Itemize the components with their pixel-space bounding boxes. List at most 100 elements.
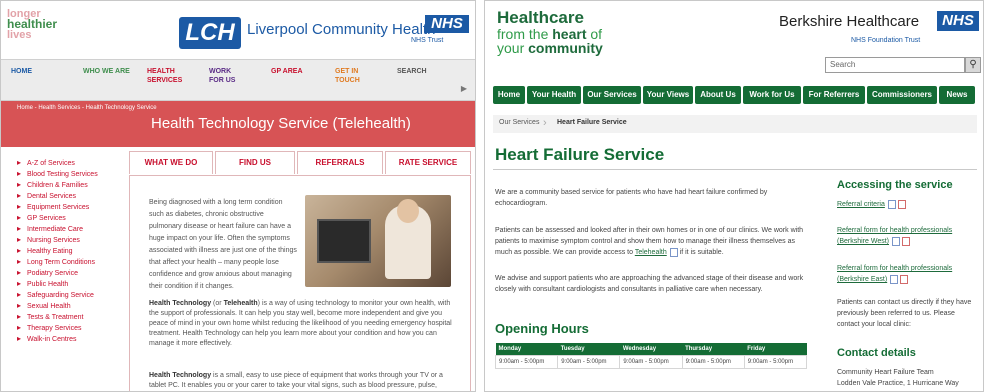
sidebar-item-tests-treatment[interactable]: Tests & Treatment xyxy=(17,311,117,322)
sidebar-item-intermediate-care[interactable]: Intermediate Care xyxy=(17,223,117,234)
main-nav: HOME WHO WE ARE HEALTH SERVICES WORK FOR… xyxy=(1,59,475,101)
sidebar-item-walk-in[interactable]: Walk-in Centres xyxy=(17,333,117,344)
trust-label: NHS Foundation Trust xyxy=(851,37,921,44)
hours-header-tuesday: Tuesday xyxy=(557,343,620,356)
hours-tuesday: 9:00am - 5:00pm xyxy=(557,355,621,369)
sidebar-item-podiatry[interactable]: Podiatry Service xyxy=(17,267,117,278)
telehealth-link[interactable]: Telehealth xyxy=(635,249,667,256)
hours-wednesday: 9:00am - 5:00pm xyxy=(619,355,683,369)
hours-header-thursday: Thursday xyxy=(682,343,745,356)
nav-your-views[interactable]: Your Views xyxy=(643,86,693,104)
sidebar-item-children-families[interactable]: Children & Families xyxy=(17,179,117,190)
nav-home[interactable]: HOME xyxy=(11,67,61,76)
accessing-service-title: Accessing the service xyxy=(837,179,953,191)
sidebar-item-sexual-health[interactable]: Sexual Health xyxy=(17,300,117,311)
hours-thursday: 9:00am - 5:00pm xyxy=(681,355,745,369)
sidebar-item-a-z[interactable]: A-Z of Services xyxy=(17,157,117,168)
pdf-icon xyxy=(902,236,910,246)
hours-friday: 9:00am - 5:00pm xyxy=(743,355,808,369)
sidebar-item-therapy[interactable]: Therapy Services xyxy=(17,322,117,333)
nav-arrow-icon[interactable]: ▶ xyxy=(461,84,467,93)
sidebar-item-safeguarding[interactable]: Safeguarding Service xyxy=(17,289,117,300)
sidebar-item-nursing[interactable]: Nursing Services xyxy=(17,234,117,245)
liverpool-page: longer healthier lives LCH Liverpool Com… xyxy=(0,0,476,392)
telehealth-paragraph: Health Technology (or Telehealth) is a w… xyxy=(149,299,461,349)
nav-search[interactable]: SEARCH xyxy=(397,67,437,76)
nav-our-services[interactable]: Our Services xyxy=(583,86,641,104)
breadcrumb-our-services[interactable]: Our Services xyxy=(499,119,539,126)
nav-work-for-us[interactable]: Work for Us xyxy=(743,86,801,104)
tab-what-we-do[interactable]: WHAT WE DO xyxy=(129,151,213,174)
opening-hours-table: Monday Tuesday Wednesday Thursday Friday… xyxy=(494,343,808,369)
intro-text: Being diagnosed with a long term conditi… xyxy=(149,199,297,290)
sidebar-item-healthy-eating[interactable]: Healthy Eating xyxy=(17,245,117,256)
tab-referrals[interactable]: REFERRALS xyxy=(297,151,383,174)
sidebar-item-public-health[interactable]: Public Health xyxy=(17,278,117,289)
nav-commissioners[interactable]: Commissioners xyxy=(867,86,937,104)
sidebar-item-dental[interactable]: Dental Services xyxy=(17,190,117,201)
breadcrumb-current: Heart Failure Service xyxy=(557,119,627,126)
tab-rate-service[interactable]: RATE SERVICE xyxy=(385,151,471,174)
page-title: Health Technology Service (Telehealth) xyxy=(151,115,411,132)
referral-form-west-link[interactable]: Referral form for health professionals (… xyxy=(837,225,981,247)
hours-header-monday: Monday xyxy=(495,343,558,356)
tagline-line-3: lives xyxy=(7,29,32,41)
nav-work-for-us[interactable]: WORK FOR US xyxy=(209,67,245,85)
magnifier-icon[interactable]: ⚲ xyxy=(965,57,981,73)
opening-hours-title: Opening Hours xyxy=(495,321,589,336)
brand-your: your xyxy=(497,40,529,56)
brand-line-1[interactable]: Healthcare xyxy=(497,9,584,27)
nhs-logo: NHS xyxy=(937,11,979,31)
external-doc-icon xyxy=(669,247,678,257)
doc-icon xyxy=(887,199,896,209)
service-tabs: WHAT WE DO FIND US REFERRALS RATE SERVIC… xyxy=(129,151,471,175)
paragraph-body: ) is a way of using technology to monito… xyxy=(149,300,452,347)
search-input[interactable]: Search xyxy=(825,57,965,73)
title-divider xyxy=(493,169,977,170)
nav-get-in-touch[interactable]: GET IN TOUCH xyxy=(335,67,375,85)
berkshire-page: Healthcare from the heart of your commun… xyxy=(484,0,984,392)
pdf-icon xyxy=(900,274,909,284)
brand-line-2: from the heart of xyxy=(497,27,602,41)
sidebar-item-gp[interactable]: GP Services xyxy=(17,212,117,223)
services-sidebar: A-Z of Services Blood Testing Services C… xyxy=(17,157,117,344)
contact-line-1: Community Heart Failure Team xyxy=(837,369,934,376)
nhs-logo: NHS xyxy=(425,15,469,33)
intro-paragraph: We are a community based service for pat… xyxy=(495,189,768,207)
org-name: Liverpool Community Health xyxy=(247,21,436,38)
doc-icon xyxy=(890,274,899,284)
nav-health-services[interactable]: HEALTH SERVICES xyxy=(147,67,191,85)
page-title: Heart Failure Service xyxy=(495,145,665,164)
sidebar-item-blood-testing[interactable]: Blood Testing Services xyxy=(17,168,117,179)
referral-criteria-link[interactable]: Referral criteria xyxy=(837,199,981,210)
contact-note: Patients can contact us directly if they… xyxy=(837,299,972,328)
nav-gp-area[interactable]: GP AREA xyxy=(271,67,311,76)
term-telehealth: Telehealth xyxy=(223,300,258,307)
term-health-technology-2: Health Technology xyxy=(149,372,212,379)
referral-form-east-link[interactable]: Referral form for health professionals (… xyxy=(837,263,981,285)
nav-home[interactable]: Home xyxy=(493,86,525,104)
nav-who-we-are[interactable]: WHO WE ARE xyxy=(83,67,143,76)
brand-line-3: your community xyxy=(497,41,603,55)
main-nav: Home Your Health Our Services Your Views… xyxy=(493,86,983,104)
pdf-icon xyxy=(897,199,906,209)
telehealth-photo xyxy=(305,195,451,287)
nav-about-us[interactable]: About Us xyxy=(695,86,741,104)
nav-news[interactable]: News xyxy=(939,86,975,104)
term-health-technology: Health Technology xyxy=(149,300,212,307)
lch-logo[interactable]: LCH xyxy=(179,17,241,49)
tab-find-us[interactable]: FIND US xyxy=(215,151,295,174)
nav-for-referrers[interactable]: For Referrers xyxy=(803,86,865,104)
care-text-2: if it is suitable. xyxy=(677,249,724,256)
paragraph-connector: (or xyxy=(211,300,224,307)
hours-header-friday: Friday xyxy=(744,343,807,356)
nav-your-health[interactable]: Your Health xyxy=(527,86,581,104)
referral-criteria-text[interactable]: Referral criteria xyxy=(837,201,885,208)
care-paragraph: Patients can be assessed and looked afte… xyxy=(495,225,805,258)
sidebar-item-equipment[interactable]: Equipment Services xyxy=(17,201,117,212)
sidebar-item-long-term[interactable]: Long Term Conditions xyxy=(17,256,117,267)
brand-community: community xyxy=(528,40,603,56)
doc-icon xyxy=(892,236,900,246)
hours-header-wednesday: Wednesday xyxy=(619,343,683,356)
breadcrumb[interactable]: Home - Health Services - Health Technolo… xyxy=(17,105,157,111)
